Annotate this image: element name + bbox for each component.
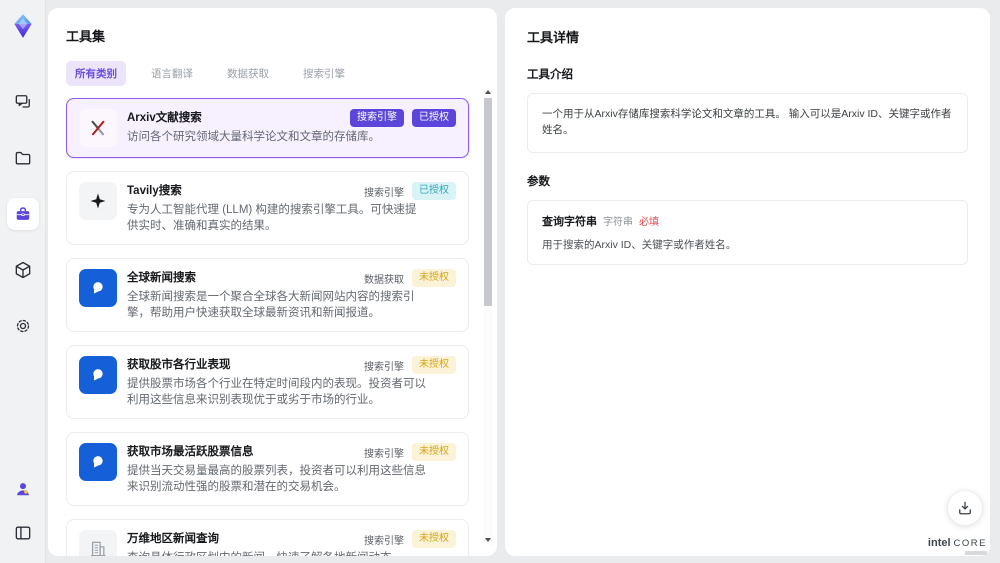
tool-card[interactable]: 全球新闻搜索 数据获取 未授权 全球新闻搜索是一个聚合全球各大新闻网站内容的搜索引… bbox=[66, 258, 469, 332]
category-tab[interactable]: 所有类别 bbox=[66, 61, 126, 86]
sidebar bbox=[0, 0, 46, 563]
scrollbar-thumb[interactable] bbox=[484, 98, 492, 306]
brand-core: core bbox=[953, 538, 987, 549]
category-tab[interactable]: 数据获取 bbox=[218, 61, 278, 86]
tool-body: Tavily搜索 搜索引擎 已授权 专为人工智能代理 (LLM) 构建的搜索引擎工… bbox=[127, 182, 456, 234]
tool-tags: 搜索引擎 未授权 bbox=[364, 443, 456, 461]
folder-icon bbox=[15, 151, 30, 165]
param-item: 查询字符串 字符串 必填 用于搜索的Arxiv ID、关键字或作者姓名。 bbox=[527, 199, 968, 265]
user-icon bbox=[17, 483, 29, 496]
auth-status-badge: 已授权 bbox=[412, 182, 456, 200]
intro-text: 一个用于从Arxiv存储库搜索科学论文和文章的工具。 输入可以是Arxiv ID… bbox=[542, 108, 952, 136]
gem-logo-icon bbox=[13, 14, 32, 38]
tool-description: 专为人工智能代理 (LLM) 构建的搜索引擎工具。可快速提供实时、准确和真实的结… bbox=[127, 204, 417, 232]
sidebar-item-packages[interactable] bbox=[7, 254, 39, 286]
app-logo[interactable] bbox=[9, 12, 37, 40]
toolbox-icon bbox=[16, 207, 29, 220]
tool-name: 获取市场最活跃股票信息 bbox=[127, 446, 254, 458]
category-tag: 搜索引擎 bbox=[364, 361, 404, 373]
globe-news-tool-icon bbox=[79, 443, 117, 481]
tool-tags: 搜索引擎 已授权 bbox=[350, 109, 456, 127]
intro-box: 一个用于从Arxiv存储库搜索科学论文和文章的工具。 输入可以是Arxiv ID… bbox=[527, 93, 968, 153]
param-description: 用于搜索的Arxiv ID、关键字或作者姓名。 bbox=[542, 238, 737, 251]
tool-name: 全球新闻搜索 bbox=[127, 272, 196, 284]
globe-news-tool-icon bbox=[79, 269, 117, 307]
tool-card[interactable]: 获取市场最活跃股票信息 搜索引擎 未授权 提供当天交易量最高的股票列表，投资者可以… bbox=[66, 432, 469, 506]
sidebar-item-files[interactable] bbox=[7, 142, 39, 174]
tool-list: Arxiv文献搜索 搜索引擎 已授权 访问各个研究领域大量科学论文和文章的存储库。… bbox=[66, 98, 479, 556]
auth-status-badge: 未授权 bbox=[412, 356, 456, 374]
sparkle-tool-icon bbox=[79, 182, 117, 220]
sidebar-item-collapse[interactable] bbox=[7, 517, 39, 549]
auth-status-badge: 未授权 bbox=[412, 443, 456, 461]
detail-title: 工具详情 bbox=[527, 30, 580, 45]
auth-status-badge: 未授权 bbox=[412, 269, 456, 287]
scroll-down-icon[interactable] bbox=[485, 538, 491, 542]
category-tag: 搜索引擎 bbox=[364, 535, 404, 547]
tool-body: 全球新闻搜索 数据获取 未授权 全球新闻搜索是一个聚合全球各大新闻网站内容的搜索引… bbox=[127, 269, 456, 321]
auth-status-badge: 已授权 bbox=[412, 109, 456, 127]
tool-card[interactable]: Tavily搜索 搜索引擎 已授权 专为人工智能代理 (LLM) 构建的搜索引擎工… bbox=[66, 171, 469, 245]
collapse-panel-icon bbox=[15, 526, 31, 540]
chat-icon bbox=[15, 95, 30, 108]
tool-description: 提供股票市场各个行业在特定时间段内的表现。投资者可以利用这些信息来识别表现优于或… bbox=[127, 378, 426, 406]
auth-status-badge: 未授权 bbox=[412, 530, 456, 548]
tool-card[interactable]: 获取股市各行业表现 搜索引擎 未授权 提供股票市场各个行业在特定时间段内的表现。投… bbox=[66, 345, 469, 419]
category-tab[interactable]: 搜索引擎 bbox=[294, 61, 354, 86]
sidebar-bottom bbox=[0, 473, 46, 549]
category-tag: 搜索引擎 bbox=[350, 109, 404, 127]
building-tool-icon bbox=[79, 530, 117, 556]
tool-body: 万维地区新闻查询 搜索引擎未授权 查询具体行政区划内的新闻，快速了解各地新闻动态 bbox=[127, 530, 456, 556]
tool-name: Arxiv文献搜索 bbox=[127, 112, 202, 124]
tool-body: Arxiv文献搜索 搜索引擎 已授权 访问各个研究领域大量科学论文和文章的存储库。 bbox=[127, 109, 456, 147]
param-name: 查询字符串 bbox=[542, 215, 597, 228]
intro-heading: 工具介绍 bbox=[527, 69, 573, 81]
tool-card[interactable]: Arxiv文献搜索 搜索引擎 已授权 访问各个研究领域大量科学论文和文章的存储库。 bbox=[66, 98, 469, 158]
tool-body: 获取股市各行业表现 搜索引擎 未授权 提供股票市场各个行业在特定时间段内的表现。投… bbox=[127, 356, 456, 408]
sidebar-nav bbox=[6, 86, 39, 342]
params-heading: 参数 bbox=[527, 175, 550, 188]
tool-body: 获取市场最活跃股票信息 搜索引擎 未授权 提供当天交易量最高的股票列表，投资者可以… bbox=[127, 443, 456, 495]
param-required: 必填 bbox=[639, 216, 659, 228]
tool-description: 提供当天交易量最高的股票列表，投资者可以利用这些信息来识别流动性强的股票和潜在的… bbox=[127, 465, 426, 493]
tool-tags: 数据获取 未授权 bbox=[364, 269, 456, 287]
tool-tags: 搜索引擎 未授权 bbox=[364, 530, 456, 548]
category-tag: 搜索引擎 bbox=[364, 448, 404, 460]
download-button[interactable] bbox=[947, 490, 983, 526]
tool-card[interactable]: 万维地区新闻查询 搜索引擎未授权 查询具体行政区划内的新闻，快速了解各地新闻动态 bbox=[66, 519, 469, 556]
tool-description: 访问各个研究领域大量科学论文和文章的存储库。 bbox=[127, 131, 380, 143]
params-list: 查询字符串 字符串 必填 用于搜索的Arxiv ID、关键字或作者姓名。 bbox=[527, 199, 968, 265]
sidebar-item-tools[interactable] bbox=[6, 198, 39, 230]
sidebar-item-user[interactable] bbox=[7, 473, 39, 505]
tool-tags: 搜索引擎 已授权 bbox=[364, 182, 456, 200]
arxiv-tool-icon bbox=[79, 109, 117, 147]
download-icon bbox=[959, 501, 971, 515]
tool-description: 全球新闻搜索是一个聚合全球各大新闻网站内容的搜索引擎，帮助用户快速获取全球最新资… bbox=[127, 291, 415, 319]
detail-panel: 工具详情 工具介绍 一个用于从Arxiv存储库搜索科学论文和文章的工具。 输入可… bbox=[505, 8, 990, 556]
tool-description: 查询具体行政区划内的新闻，快速了解各地新闻动态 bbox=[127, 551, 427, 556]
brand-subtext bbox=[965, 551, 987, 555]
brand-intel: intel bbox=[927, 537, 951, 549]
scrollbar[interactable] bbox=[484, 90, 492, 542]
intel-core-logo: intel core bbox=[928, 536, 987, 555]
tool-name: Tavily搜索 bbox=[127, 185, 182, 197]
tool-name: 万维地区新闻查询 bbox=[127, 533, 219, 545]
cube-icon bbox=[15, 261, 30, 279]
gear-icon bbox=[16, 319, 29, 333]
page-title: 工具集 bbox=[66, 29, 106, 44]
category-tag: 数据获取 bbox=[364, 274, 404, 286]
category-tabs: 所有类别 语言翻译 数据获取 搜索引擎 bbox=[66, 61, 479, 86]
tools-panel: 工具集 所有类别 语言翻译 数据获取 搜索引擎 Arxiv文献搜索 搜索引擎 已授权 访… bbox=[48, 8, 497, 556]
sidebar-item-settings[interactable] bbox=[7, 310, 39, 342]
category-tab[interactable]: 语言翻译 bbox=[142, 61, 202, 86]
category-tag: 搜索引擎 bbox=[364, 187, 404, 199]
sidebar-item-chat[interactable] bbox=[7, 86, 39, 118]
tool-tags: 搜索引擎 未授权 bbox=[364, 356, 456, 374]
tool-name: 获取股市各行业表现 bbox=[127, 359, 231, 371]
scroll-up-icon[interactable] bbox=[485, 90, 491, 94]
globe-news-tool-icon bbox=[79, 356, 117, 394]
param-type: 字符串 bbox=[603, 216, 633, 228]
